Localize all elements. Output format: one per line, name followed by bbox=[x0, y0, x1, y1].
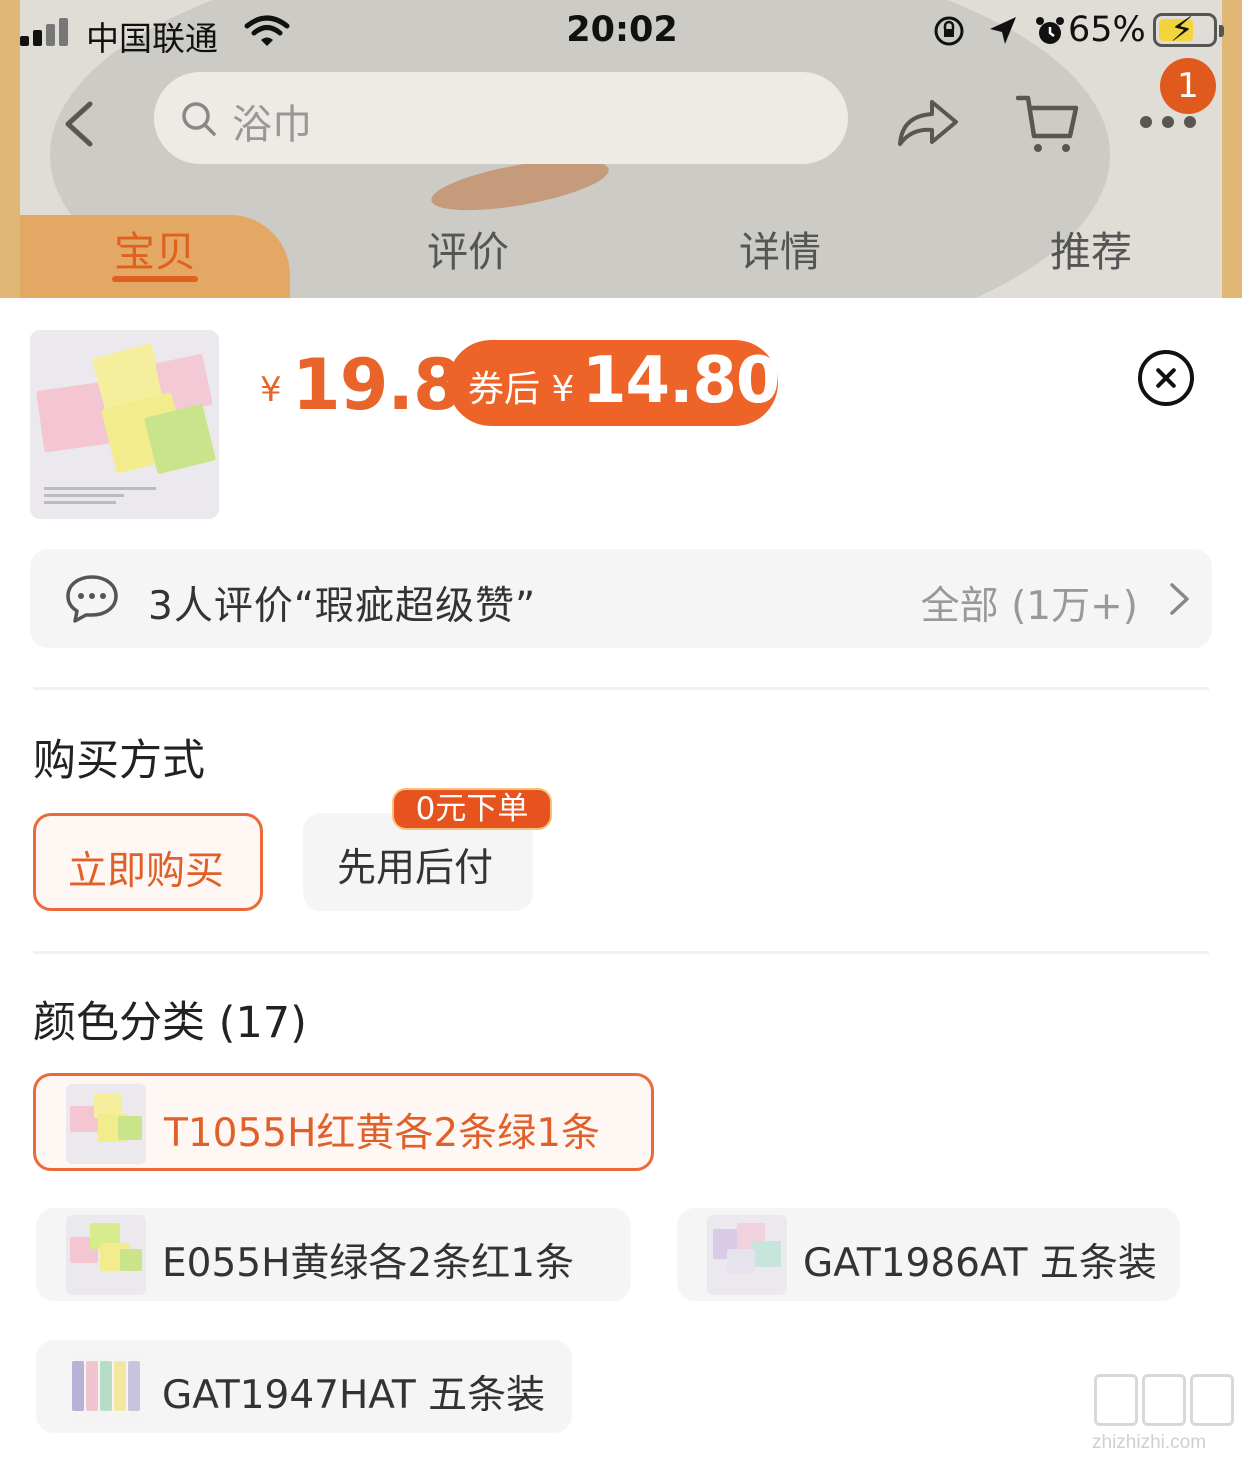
tab-bar: 宝贝 评价 详情 推荐 bbox=[0, 218, 1242, 278]
search-input[interactable]: 浴巾 bbox=[154, 72, 848, 164]
clock: 20:02 bbox=[566, 10, 678, 50]
tab-reviews[interactable]: 评价 bbox=[388, 218, 548, 278]
location-arrow-icon bbox=[989, 16, 1016, 44]
price-currency: ¥ bbox=[260, 370, 282, 410]
tab-item[interactable]: 宝贝 bbox=[75, 218, 235, 278]
price: 19.8 bbox=[292, 344, 462, 426]
color-category-title: 颜色分类 (17) bbox=[33, 998, 307, 1048]
battery-percent: 65% bbox=[1068, 10, 1146, 50]
signal-icon bbox=[20, 16, 72, 46]
review-summary-bar[interactable]: 3人评价“瑕疵超级赞” 全部 (1万+) bbox=[30, 549, 1212, 648]
search-icon bbox=[182, 102, 216, 136]
share-icon[interactable] bbox=[896, 94, 960, 150]
tab-details[interactable]: 详情 bbox=[700, 218, 860, 278]
sku-option[interactable]: E055H黄绿各2条红1条 bbox=[36, 1208, 631, 1301]
coupon-price: 14.80 bbox=[582, 344, 780, 418]
carrier-name: 中国联通 bbox=[86, 19, 218, 58]
sku-thumbnail bbox=[66, 1215, 146, 1295]
cart-icon[interactable] bbox=[1016, 92, 1080, 156]
zero-down-badge: 0元下单 bbox=[392, 788, 552, 830]
tab-underline bbox=[112, 276, 198, 282]
divider bbox=[33, 951, 1209, 954]
sku-thumbnail bbox=[707, 1215, 787, 1295]
buy-now-option[interactable]: 立即购买 bbox=[33, 813, 263, 911]
status-bar: 中国联通 20:02 65% ⚡ bbox=[0, 0, 1242, 64]
site-watermark: zhizhizhi.com bbox=[1088, 1374, 1238, 1454]
close-icon[interactable] bbox=[1138, 350, 1194, 406]
coupon-price-pill: 券后 ¥ 14.80 bbox=[448, 340, 780, 426]
comment-icon bbox=[66, 575, 118, 623]
sku-option[interactable]: GAT1986AT 五条装 bbox=[677, 1208, 1180, 1301]
tab-recommend[interactable]: 推荐 bbox=[1011, 218, 1171, 278]
search-query: 浴巾 bbox=[232, 102, 312, 148]
sku-thumbnail bbox=[66, 1347, 146, 1427]
all-reviews-link[interactable]: 全部 (1万+) bbox=[921, 575, 1138, 631]
alarm-icon bbox=[1036, 16, 1065, 44]
coupon-label: 券后 ¥ bbox=[468, 369, 575, 410]
cart-badge: 1 bbox=[1160, 58, 1216, 114]
more-icon[interactable] bbox=[1138, 114, 1198, 130]
sku-option[interactable]: GAT1947HAT 五条装 bbox=[36, 1340, 572, 1433]
purchase-method-title: 购买方式 bbox=[33, 736, 205, 786]
chevron-right-icon bbox=[1170, 583, 1189, 615]
battery-icon: ⚡ bbox=[1153, 10, 1224, 50]
product-thumbnail[interactable] bbox=[30, 330, 219, 519]
watermark-text: zhizhizhi.com bbox=[1092, 1432, 1207, 1453]
orientation-lock-icon bbox=[934, 16, 964, 45]
back-icon[interactable] bbox=[56, 100, 100, 148]
review-highlight: 3人评价“瑕疵超级赞” bbox=[148, 584, 537, 629]
sku-thumbnail bbox=[66, 1084, 146, 1164]
divider bbox=[33, 687, 1209, 690]
wifi-icon bbox=[244, 15, 290, 46]
sku-option[interactable]: T1055H红黄各2条绿1条 bbox=[33, 1073, 654, 1171]
